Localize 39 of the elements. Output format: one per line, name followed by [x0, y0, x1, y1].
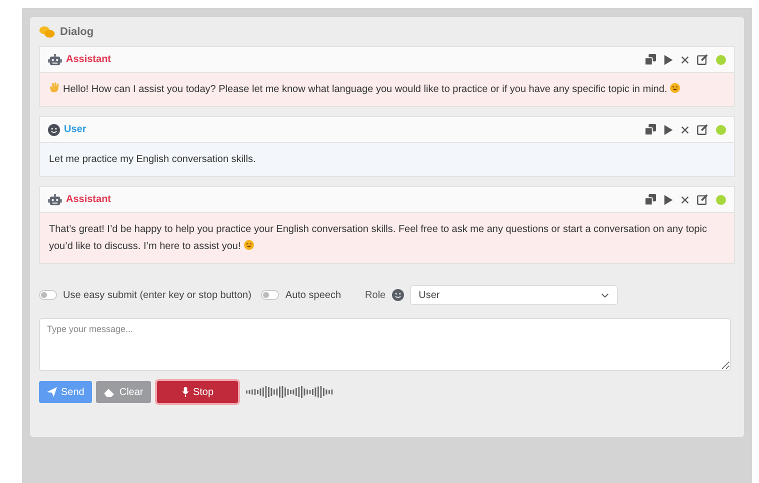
robot-icon	[48, 194, 62, 206]
message-text: Let me practice my English conversation skills.	[49, 153, 257, 167]
message-input[interactable]: Type your message...	[39, 318, 731, 371]
chat-icon	[39, 26, 55, 38]
sender-name: Assistant	[66, 54, 112, 65]
close-icon[interactable]	[681, 56, 689, 64]
message-text: That’s great! I’d be happy to help you practice your English conversation skills. Feel free to ask me any questions or start a conversation on any topic you’d like to discuss. I’m here to assist you!	[49, 223, 708, 254]
play-icon[interactable]	[664, 54, 673, 64]
robot-icon	[48, 54, 62, 66]
stop-button[interactable]: Stop	[157, 381, 238, 403]
copy-icon[interactable]	[645, 54, 656, 65]
chevron-down-icon	[600, 292, 609, 298]
eraser-icon	[104, 388, 116, 396]
toggle-switch[interactable]	[39, 290, 57, 300]
copy-icon[interactable]	[645, 124, 656, 135]
sender-name: Assistant	[66, 194, 112, 205]
sender-name: User	[64, 124, 86, 135]
toggle-label: Use easy submit (enter key or stop button)	[63, 290, 252, 300]
status-dot-icon	[716, 124, 726, 134]
message-text: Hello! How can I assist you today? Please let me know what language you would like to practice or if you have any specific topic in mind.	[49, 81, 725, 98]
edit-icon[interactable]	[697, 54, 708, 65]
role-select[interactable]: User	[410, 285, 618, 305]
smiley-icon	[392, 289, 404, 301]
smiley-icon	[48, 124, 60, 136]
close-icon[interactable]	[681, 126, 689, 134]
play-icon[interactable]	[664, 194, 673, 204]
toggle-label: Auto speech	[285, 290, 342, 300]
edit-icon[interactable]	[697, 194, 708, 205]
role-label: Role	[365, 290, 386, 300]
status-dot-icon	[716, 54, 726, 64]
dialog-title: Dialog	[60, 26, 94, 38]
copy-icon[interactable]	[645, 194, 656, 205]
play-icon[interactable]	[664, 124, 673, 134]
microphone-icon	[182, 387, 189, 397]
edit-icon[interactable]	[697, 124, 708, 135]
toggle-switch[interactable]	[261, 290, 280, 300]
paper-plane-icon	[47, 387, 57, 397]
status-dot-icon	[716, 194, 726, 204]
close-icon[interactable]	[681, 196, 689, 204]
